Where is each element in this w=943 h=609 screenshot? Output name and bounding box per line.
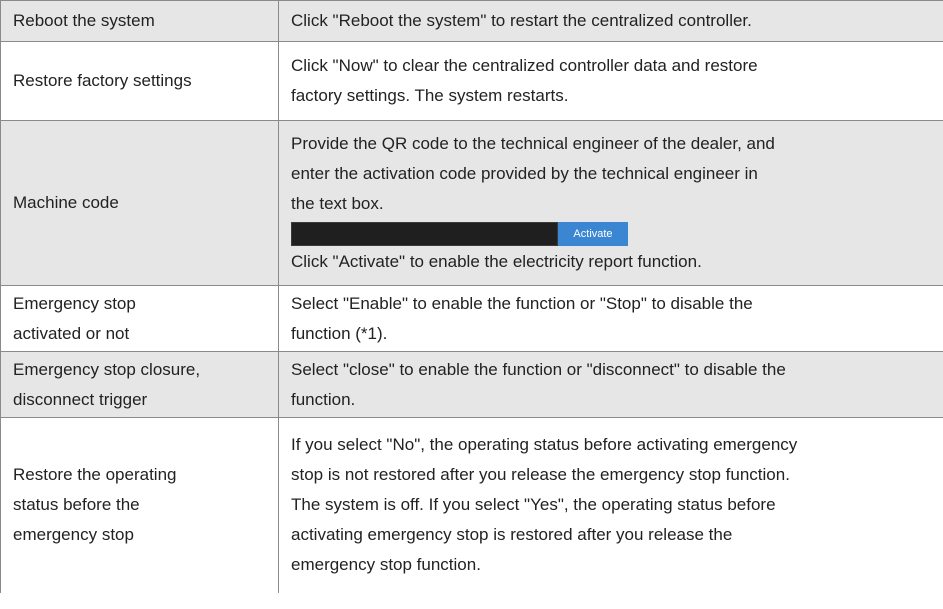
setting-name-line: Emergency stop closure, [13, 359, 201, 379]
setting-description-line: activating emergency stop is restored af… [291, 525, 733, 545]
setting-description-line: stop is not restored after you release t… [291, 465, 790, 485]
setting-description-cell: Click "Now" to clear the centralized con… [278, 41, 943, 121]
setting-description-line: emergency stop function. [291, 555, 481, 575]
setting-description-line: Provide the QR code to the technical eng… [291, 134, 775, 153]
setting-name-cell: Machine code [0, 120, 279, 286]
setting-name-line: Restore the operating [13, 465, 177, 485]
setting-name-line: status before the [13, 495, 140, 515]
setting-name-cell: Reboot the system [0, 0, 279, 42]
activation-code-row: Activate [291, 221, 943, 247]
activate-button[interactable]: Activate [558, 222, 628, 246]
table-row: Reboot the system Click "Reboot the syst… [0, 0, 943, 42]
setting-name-line: Emergency stop [13, 293, 136, 313]
setting-description-cell: Select "Enable" to enable the function o… [278, 285, 943, 352]
setting-description-line: factory settings. The system restarts. [291, 86, 569, 105]
setting-description-line: the text box. [291, 194, 384, 213]
setting-description-cell: If you select "No", the operating status… [278, 417, 943, 593]
setting-description-line: If you select "No", the operating status… [291, 435, 798, 455]
table-row: Restore factory settings Click "Now" to … [0, 41, 943, 121]
setting-name-line: disconnect trigger [13, 389, 148, 409]
setting-name-line: emergency stop [13, 525, 134, 545]
setting-name: Restore factory settings [13, 71, 192, 90]
table-row: Emergency stop closure, disconnect trigg… [0, 351, 943, 418]
setting-description-cell: Click "Reboot the system" to restart the… [278, 0, 943, 42]
setting-name: Machine code [13, 193, 119, 212]
setting-description-line: Select "close" to enable the function or… [291, 359, 786, 379]
table-row: Restore the operating status before the … [0, 417, 943, 593]
setting-description-line: Select "Enable" to enable the function o… [291, 293, 753, 313]
settings-description-table: Reboot the system Click "Reboot the syst… [0, 0, 943, 593]
setting-description-line: function (*1). [291, 323, 388, 343]
setting-description-line: enter the activation code provided by th… [291, 164, 758, 183]
setting-description-line: The system is off. If you select "Yes", … [291, 495, 776, 515]
table-row: Emergency stop activated or not Select "… [0, 285, 943, 352]
setting-name: Reboot the system [13, 11, 155, 30]
activation-code-input[interactable] [291, 222, 558, 246]
setting-name-cell: Restore the operating status before the … [0, 417, 279, 593]
table-row: Machine code Provide the QR code to the … [0, 120, 943, 286]
setting-name-line: activated or not [13, 323, 130, 343]
setting-description-cell: Select "close" to enable the function or… [278, 351, 943, 418]
setting-name-cell: Restore factory settings [0, 41, 279, 121]
setting-description: Click "Reboot the system" to restart the… [291, 11, 752, 30]
setting-description-line: function. [291, 389, 356, 409]
setting-description-cell: Provide the QR code to the technical eng… [278, 120, 943, 286]
setting-description-line: Click "Now" to clear the centralized con… [291, 56, 758, 75]
setting-name-cell: Emergency stop closure, disconnect trigg… [0, 351, 279, 418]
setting-description-line: Click "Activate" to enable the electrici… [291, 252, 702, 271]
setting-name-cell: Emergency stop activated or not [0, 285, 279, 352]
